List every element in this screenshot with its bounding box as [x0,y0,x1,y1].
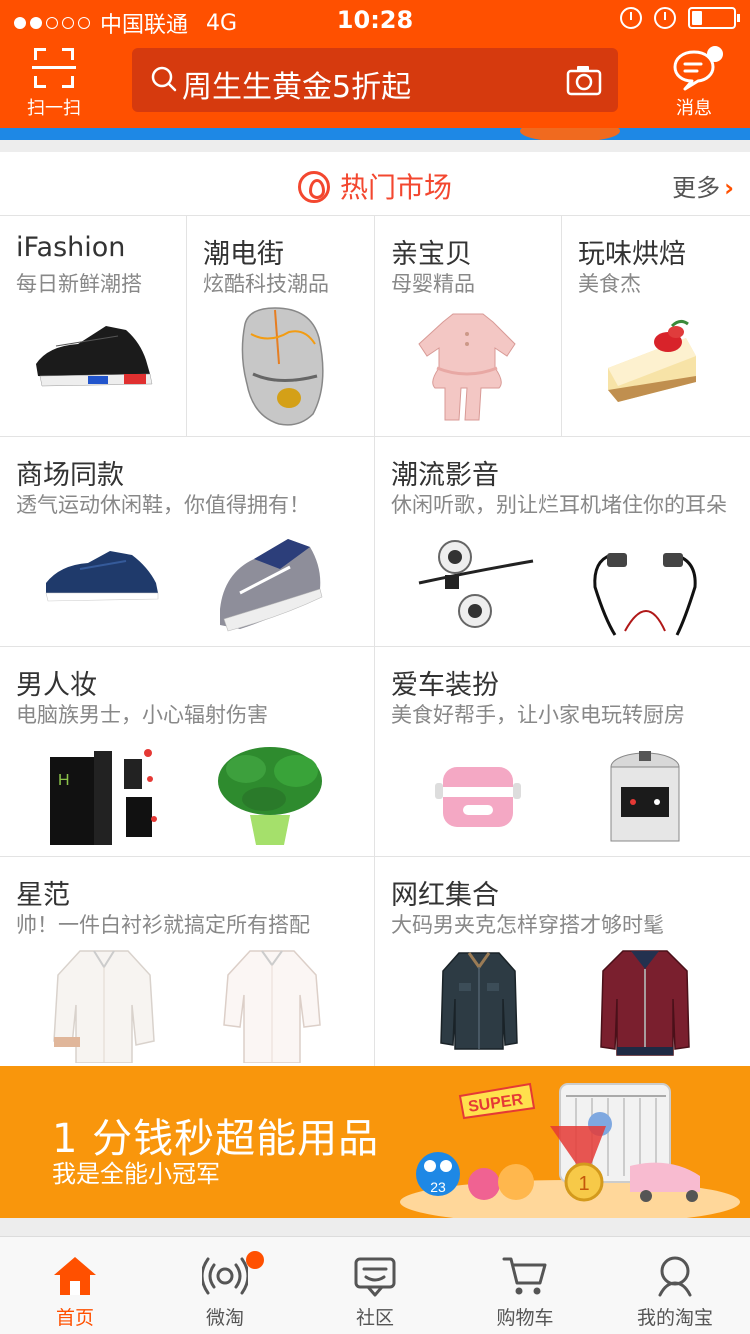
home-icon [54,1257,96,1295]
promo-artwork: 1 SUPER 23 [400,1082,740,1218]
cell-subtitle: 电脑族男士，小心辐射伤害 [16,703,268,727]
lunch-box-image [435,767,521,827]
cell-subtitle: 美食杰 [578,272,641,296]
market-cell-car-decor[interactable]: 爱车装扮 美食好帮手，让小家电玩转厨房 [375,647,750,856]
cell-title: 星范 [16,880,70,911]
broadcast-icon [202,1257,248,1295]
promo-subtitle: 我是全能小冠军 [52,1160,220,1188]
market-cell-baby[interactable]: 亲宝贝 母婴精品 [375,216,561,436]
denim-jacket-image [440,952,518,1050]
tab-weitao[interactable]: 微淘 [150,1237,300,1334]
scan-label: 扫一扫 [27,98,81,119]
tab-cart[interactable]: 购物车 [450,1237,600,1334]
cell-subtitle: 大码男夹克怎样穿搭才够时髦 [391,913,664,937]
chat-icon [354,1257,396,1297]
fire-icon [297,171,330,203]
red-jacket-image [600,950,690,1056]
market-title: 热门市场 [0,166,750,206]
more-label: 更多 [672,174,721,202]
cell-title: 网红集合 [391,880,499,911]
black-earphones-image [593,553,697,636]
market-cell-audio[interactable]: 潮流影音 休闲听歌，别让烂耳机堵住你的耳朵 [375,437,750,646]
cell-subtitle: 透气运动休闲鞋，你值得拥有！ [16,493,310,517]
cell-title: 商场同款 [16,460,124,491]
tab-bar: 首页 微淘 社区 购物车 我的淘宝 [0,1236,750,1334]
market-cell-star-style[interactable]: 星范 帅！一件白衬衫就搞定所有搭配 [0,857,374,1066]
app-header: 扫一扫 周生生黄金5折起 消息 [0,40,750,128]
weitao-badge [246,1251,264,1269]
white-shirt-2-image [223,950,321,1063]
blue-sneaker-image [45,551,159,602]
market-title-text: 热门市场 [339,171,452,204]
cell-title: 潮流影音 [391,460,499,491]
message-button[interactable]: 消息 [658,46,730,119]
potted-plant-image [218,747,322,845]
cell-title: 玩味烘焙 [578,239,686,270]
message-icon [671,46,723,92]
message-label: 消息 [676,98,712,119]
cell-subtitle: 每日新鲜潮搭 [16,272,142,296]
tab-weitao-label: 微淘 [205,1307,244,1329]
chevron-right-icon: › [724,174,734,202]
white-shirt-image [53,950,155,1063]
promo-banner[interactable]: 1 分钱秒超能用品 我是全能小冠军 1 SUPER 23 [0,1066,750,1218]
tab-my-taobao[interactable]: 我的淘宝 [600,1237,750,1334]
svg-text:1: 1 [578,1173,589,1195]
more-link[interactable]: 更多 › [672,168,734,203]
cell-title: 爱车装扮 [391,670,499,701]
market-cell-ifashion[interactable]: iFashion 每日新鲜潮搭 [0,216,186,436]
white-earphones-image [418,540,534,628]
baby-dress-image [418,313,516,421]
scan-button[interactable]: 扫一扫 [20,46,88,119]
market-cell-mall-same[interactable]: 商场同款 透气运动休闲鞋，你值得拥有！ [0,437,374,646]
svg-text:23: 23 [430,1179,446,1195]
cake-image [608,319,696,402]
pressure-cooker-image [610,751,680,842]
cell-title: 男人妆 [16,670,97,701]
status-right [620,7,740,29]
message-unread-dot [707,46,723,62]
alarm-icon [654,7,676,29]
orientation-lock-icon [620,7,642,29]
user-icon [658,1256,692,1297]
search-input[interactable]: 周生生黄金5折起 [132,48,618,112]
camera-icon[interactable] [566,64,602,96]
mens-skincare-image: H [50,749,157,845]
cell-subtitle: 美食好帮手，让小家电玩转厨房 [391,703,685,727]
status-bar: 中国联通 4G 10:28 [0,0,750,40]
market-cell-influencer[interactable]: 网红集合 大码男夹克怎样穿搭才够时髦 [375,857,750,1066]
search-icon [151,66,177,92]
cell-subtitle: 炫酷科技潮品 [203,272,329,296]
tab-home[interactable]: 首页 [0,1237,150,1334]
cell-title: 潮电街 [203,239,284,270]
cell-subtitle: 帅！一件白衬衫就搞定所有搭配 [16,913,310,937]
grey-sneaker-image [220,539,323,632]
market-cell-baking[interactable]: 玩味烘焙 美食杰 [562,216,750,436]
tab-cart-label: 购物车 [496,1307,554,1329]
cell-subtitle: 休闲听歌，别让烂耳机堵住你的耳朵 [391,493,727,517]
search-placeholder: 周生生黄金5折起 [182,70,412,105]
cell-title: 亲宝贝 [391,239,472,270]
battery-icon [688,7,740,29]
market-cell-mens-makeup[interactable]: 男人妆 电脑族男士，小心辐射伤害 H [0,647,374,856]
hot-market-section: 热门市场 更多 › iFashion 每日新鲜潮搭 潮电街 炫酷科技潮品 亲宝贝… [0,152,750,1066]
market-cell-tech[interactable]: 潮电街 炫酷科技潮品 [187,216,374,436]
market-header: 热门市场 更多 › [0,152,750,216]
cell-subtitle: 母婴精品 [391,272,475,296]
tab-home-label: 首页 [55,1307,94,1329]
cart-icon [502,1257,547,1295]
tab-community[interactable]: 社区 [300,1237,450,1334]
svg-text:H: H [58,772,70,789]
gaming-mouse-image [241,307,324,426]
top-banner-strip[interactable] [0,128,750,140]
sneaker-image [36,326,153,387]
cell-title: iFashion [16,232,126,263]
tab-community-label: 社区 [355,1307,394,1329]
scan-icon [32,48,76,88]
tab-my-taobao-label: 我的淘宝 [636,1307,713,1329]
